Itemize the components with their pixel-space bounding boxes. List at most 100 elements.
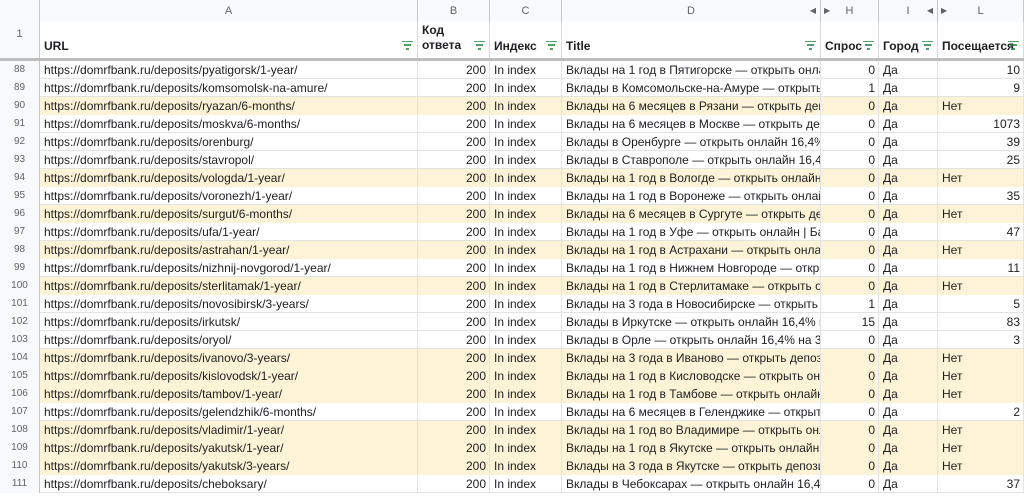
url-cell[interactable]: https://domrfbank.ru/deposits/moskva/6-m… xyxy=(40,115,418,133)
title-cell[interactable]: Вклады на 1 год в Вологде — открыть онла… xyxy=(562,169,821,187)
visits-cell[interactable]: Нет xyxy=(938,349,1024,367)
visits-cell[interactable]: 35 xyxy=(938,187,1024,205)
url-cell[interactable]: https://domrfbank.ru/deposits/kislovodsk… xyxy=(40,367,418,385)
row-number[interactable]: 102 xyxy=(0,313,40,331)
city-cell[interactable]: Да xyxy=(879,187,938,205)
url-cell[interactable]: https://domrfbank.ru/deposits/sterlitama… xyxy=(40,277,418,295)
title-cell[interactable]: Вклады на 6 месяцев в Геленджике — откры… xyxy=(562,403,821,421)
code-cell[interactable]: 200 xyxy=(418,403,490,421)
code-cell[interactable]: 200 xyxy=(418,367,490,385)
demand-cell[interactable]: 0 xyxy=(821,403,879,421)
code-cell[interactable]: 200 xyxy=(418,331,490,349)
visits-cell[interactable]: 25 xyxy=(938,151,1024,169)
city-cell[interactable]: Да xyxy=(879,223,938,241)
visits-cell[interactable]: 39 xyxy=(938,133,1024,151)
filter-icon[interactable] xyxy=(402,41,413,50)
row-number[interactable]: 97 xyxy=(0,223,40,241)
title-cell[interactable]: Вклады в Орле — открыть онлайн 16,4% на … xyxy=(562,331,821,349)
city-cell[interactable]: Да xyxy=(879,385,938,403)
code-cell[interactable]: 200 xyxy=(418,385,490,403)
city-cell[interactable]: Да xyxy=(879,439,938,457)
city-cell[interactable]: Да xyxy=(879,421,938,439)
code-cell[interactable]: 200 xyxy=(418,187,490,205)
visits-cell[interactable]: 9 xyxy=(938,79,1024,97)
title-cell[interactable]: Вклады на 1 год во Владимире — открыть о… xyxy=(562,421,821,439)
title-cell[interactable]: Вклады на 3 года в Иваново — открыть деп… xyxy=(562,349,821,367)
row-number[interactable]: 107 xyxy=(0,403,40,421)
city-cell[interactable]: Да xyxy=(879,205,938,223)
index-cell[interactable]: In index xyxy=(490,367,562,385)
url-cell[interactable]: https://domrfbank.ru/deposits/pyatigorsk… xyxy=(40,61,418,79)
code-cell[interactable]: 200 xyxy=(418,457,490,475)
row-number[interactable]: 109 xyxy=(0,439,40,457)
url-cell[interactable]: https://domrfbank.ru/deposits/novosibirs… xyxy=(40,295,418,313)
index-cell[interactable]: In index xyxy=(490,259,562,277)
index-cell[interactable]: In index xyxy=(490,79,562,97)
visits-cell[interactable]: Нет xyxy=(938,97,1024,115)
title-cell[interactable]: Вклады в Чебоксарах — открыть онлайн 16,… xyxy=(562,475,821,493)
url-cell[interactable]: https://domrfbank.ru/deposits/orenburg/ xyxy=(40,133,418,151)
demand-cell[interactable]: 0 xyxy=(821,115,879,133)
row-number[interactable]: 104 xyxy=(0,349,40,367)
city-cell[interactable]: Да xyxy=(879,169,938,187)
visits-cell[interactable]: 83 xyxy=(938,313,1024,331)
url-cell[interactable]: https://domrfbank.ru/deposits/oryol/ xyxy=(40,331,418,349)
visits-cell[interactable]: 10 xyxy=(938,61,1024,79)
row-number[interactable]: 91 xyxy=(0,115,40,133)
row-number[interactable]: 1 xyxy=(0,22,40,58)
code-cell[interactable]: 200 xyxy=(418,295,490,313)
city-cell[interactable]: Да xyxy=(879,79,938,97)
url-cell[interactable]: https://domrfbank.ru/deposits/tambov/1-y… xyxy=(40,385,418,403)
demand-cell[interactable]: 0 xyxy=(821,367,879,385)
filter-icon[interactable] xyxy=(863,41,874,50)
visits-cell[interactable]: 1073 xyxy=(938,115,1024,133)
row-number[interactable]: 89 xyxy=(0,79,40,97)
filter-icon[interactable] xyxy=(922,41,933,50)
visits-cell[interactable]: Нет xyxy=(938,367,1024,385)
column-letter-i[interactable]: I ◀ xyxy=(879,0,938,22)
city-cell[interactable]: Да xyxy=(879,61,938,79)
row-number[interactable]: 93 xyxy=(0,151,40,169)
url-cell[interactable]: https://domrfbank.ru/deposits/ufa/1-year… xyxy=(40,223,418,241)
demand-cell[interactable]: 0 xyxy=(821,223,879,241)
visits-cell[interactable]: Нет xyxy=(938,421,1024,439)
row-number[interactable]: 88 xyxy=(0,61,40,79)
index-cell[interactable]: In index xyxy=(490,439,562,457)
title-cell[interactable]: Вклады на 1 год в Кисловодске — открыть … xyxy=(562,367,821,385)
visits-cell[interactable]: Нет xyxy=(938,439,1024,457)
header-code[interactable]: Код ответа xyxy=(418,22,490,58)
city-cell[interactable]: Да xyxy=(879,349,938,367)
url-cell[interactable]: https://domrfbank.ru/deposits/vladimir/1… xyxy=(40,421,418,439)
title-cell[interactable]: Вклады на 1 год в Уфе — открыть онлайн |… xyxy=(562,223,821,241)
url-cell[interactable]: https://domrfbank.ru/deposits/yakutsk/3-… xyxy=(40,457,418,475)
title-cell[interactable]: Вклады на 6 месяцев в Рязани — открыть д… xyxy=(562,97,821,115)
code-cell[interactable]: 200 xyxy=(418,61,490,79)
visits-cell[interactable]: Нет xyxy=(938,205,1024,223)
city-cell[interactable]: Да xyxy=(879,457,938,475)
row-number[interactable]: 111 xyxy=(0,475,40,493)
url-cell[interactable]: https://domrfbank.ru/deposits/ryazan/6-m… xyxy=(40,97,418,115)
url-cell[interactable]: https://domrfbank.ru/deposits/komsomolsk… xyxy=(40,79,418,97)
url-cell[interactable]: https://domrfbank.ru/deposits/cheboksary… xyxy=(40,475,418,493)
demand-cell[interactable]: 0 xyxy=(821,205,879,223)
filter-icon[interactable] xyxy=(1008,41,1019,50)
demand-cell[interactable]: 0 xyxy=(821,277,879,295)
city-cell[interactable]: Да xyxy=(879,331,938,349)
column-letter-c[interactable]: C xyxy=(490,0,562,22)
url-cell[interactable]: https://domrfbank.ru/deposits/nizhnij-no… xyxy=(40,259,418,277)
demand-cell[interactable]: 0 xyxy=(821,331,879,349)
title-cell[interactable]: Вклады на 3 года в Новосибирске — открыт… xyxy=(562,295,821,313)
header-index[interactable]: Индекс xyxy=(490,22,562,58)
code-cell[interactable]: 200 xyxy=(418,205,490,223)
index-cell[interactable]: In index xyxy=(490,313,562,331)
visits-cell[interactable]: Нет xyxy=(938,169,1024,187)
title-cell[interactable]: Вклады на 1 год в Тамбове — открыть онла… xyxy=(562,385,821,403)
visits-cell[interactable]: Нет xyxy=(938,385,1024,403)
column-letter-b[interactable]: B xyxy=(418,0,490,22)
row-number[interactable]: 98 xyxy=(0,241,40,259)
code-cell[interactable]: 200 xyxy=(418,313,490,331)
demand-cell[interactable]: 0 xyxy=(821,421,879,439)
column-letter-d[interactable]: D ◀ xyxy=(562,0,821,22)
visits-cell[interactable]: 11 xyxy=(938,259,1024,277)
index-cell[interactable]: In index xyxy=(490,457,562,475)
